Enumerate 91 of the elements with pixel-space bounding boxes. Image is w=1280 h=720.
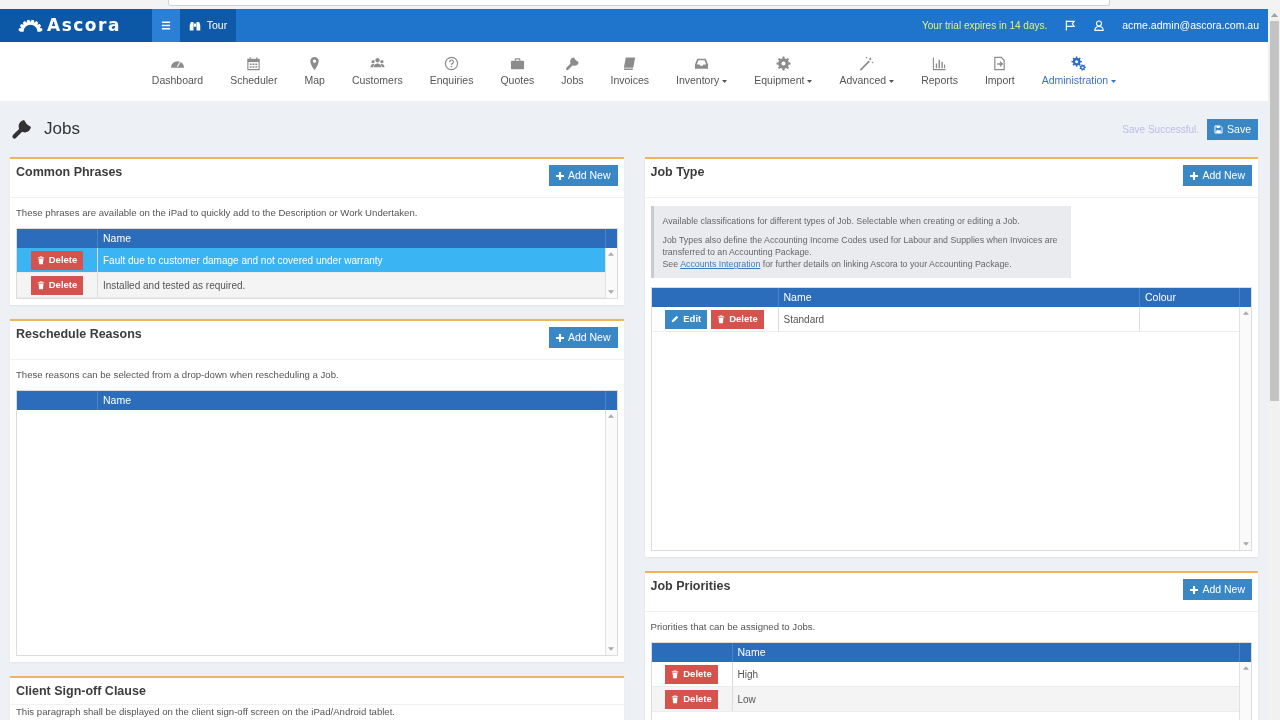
- wrench-icon: [564, 56, 580, 71]
- add-new-button[interactable]: Add New: [548, 327, 618, 348]
- plus-icon: [1190, 585, 1199, 594]
- nav-item[interactable]: Administration: [1028, 42, 1130, 101]
- trash-icon: [717, 314, 726, 324]
- nav-item[interactable]: Quotes: [486, 42, 548, 101]
- question-icon: [444, 56, 460, 71]
- table-row[interactable]: Delete Installed and tested as required.: [17, 273, 605, 298]
- wrench-icon: [11, 118, 33, 140]
- table-cell: Standard: [777, 307, 1139, 331]
- edit-button[interactable]: Edit: [665, 309, 708, 329]
- nav-item[interactable]: Enquiries: [416, 42, 487, 101]
- user-email-link[interactable]: acme.admin@ascora.com.au: [1122, 17, 1259, 34]
- panel-description: These reasons can be selected from a drop-down when rescheduling a Job.: [16, 368, 340, 381]
- up-arrow-icon[interactable]: [1270, 13, 1278, 17]
- save-icon: [1214, 124, 1224, 134]
- panel-title: Client Sign-off Clause: [16, 683, 146, 699]
- panel-title: Job Priorities: [650, 578, 731, 594]
- table-row[interactable]: Edit Delete Standard: [651, 307, 1239, 332]
- delete-button[interactable]: Delete: [665, 689, 718, 709]
- info-text: Available classifications for different types of Job. Selectable when creating or editing a Job.: [662, 215, 1021, 227]
- page-scrollbar[interactable]: [1268, 9, 1280, 720]
- delete-button[interactable]: Delete: [665, 664, 718, 684]
- tour-button[interactable]: Tour: [180, 9, 236, 42]
- table-row[interactable]: Delete Fault due to customer damage and not covered under warranty: [17, 248, 605, 273]
- trash-icon: [671, 669, 680, 679]
- binoculars-icon: [188, 20, 201, 31]
- down-arrow-icon[interactable]: [608, 290, 614, 294]
- nav-item[interactable]: Scheduler: [216, 42, 291, 101]
- plus-icon: [555, 171, 564, 180]
- page-title: Jobs: [44, 119, 80, 139]
- scrollbar-thumb[interactable]: [1269, 21, 1279, 401]
- panel-title: Reschedule Reasons: [16, 326, 142, 342]
- plus-icon: [1190, 171, 1199, 180]
- nav-item[interactable]: Customers: [338, 42, 417, 101]
- plus-icon: [555, 333, 564, 342]
- up-arrow-icon[interactable]: [1242, 666, 1249, 670]
- add-new-button[interactable]: Add New: [1183, 165, 1252, 186]
- down-arrow-icon[interactable]: [1242, 542, 1249, 546]
- nav-item[interactable]: Import: [971, 42, 1029, 101]
- calendar-icon: [246, 56, 262, 71]
- book-icon: [622, 56, 638, 71]
- trash-icon: [36, 280, 45, 290]
- panel-description: This paragraph shall be displayed on the client sign-off screen on the iPad/Android tablet.: [16, 706, 396, 718]
- flag-icon[interactable]: [1065, 20, 1077, 31]
- tray-icon: [694, 56, 710, 71]
- add-new-button[interactable]: Add New: [1183, 579, 1252, 600]
- briefcase-icon: [509, 56, 525, 71]
- logo-text: Ascora: [47, 17, 121, 34]
- trial-notice: Your trial expires in 14 days.: [922, 19, 1048, 33]
- panel-description: These phrases are available on the iPad to quickly add to the Description or Work Undertaken.: [16, 206, 419, 219]
- down-arrow-icon[interactable]: [608, 647, 614, 651]
- gear-icon: [775, 56, 791, 71]
- delete-button[interactable]: Delete: [711, 309, 764, 329]
- pencil-icon: [671, 315, 680, 323]
- add-new-button[interactable]: Add New: [548, 165, 618, 186]
- up-arrow-icon[interactable]: [608, 252, 614, 256]
- nav-item[interactable]: Map: [290, 42, 339, 101]
- up-arrow-icon[interactable]: [1242, 311, 1249, 315]
- integration-link[interactable]: Accounts Integration: [680, 259, 761, 269]
- address-field[interactable]: [168, 0, 1110, 6]
- delete-button[interactable]: Delete: [30, 250, 84, 270]
- nav-item[interactable]: Dashboard: [138, 42, 217, 101]
- nav-item[interactable]: Reports: [907, 42, 972, 101]
- nav-item[interactable]: Inventory: [662, 42, 741, 101]
- document-arrow-icon: [992, 56, 1008, 71]
- table-row[interactable]: Delete Low: [651, 687, 1239, 712]
- nav-item[interactable]: Advanced: [825, 42, 908, 101]
- delete-button[interactable]: Delete: [30, 275, 84, 295]
- menu-button[interactable]: [152, 9, 180, 42]
- trash-icon: [36, 255, 45, 265]
- half-gear-icon: [18, 19, 43, 32]
- nav-item[interactable]: Equipment: [740, 42, 826, 101]
- up-arrow-icon[interactable]: [608, 414, 614, 418]
- menu-icon: [161, 21, 171, 30]
- gears-icon: [1071, 56, 1087, 71]
- panel-title: Job Type: [650, 164, 705, 180]
- info-text: Job Types also define the Accounting Income Codes used for Labour and Supplies when Invoices are transferred to an Accounting Package.: [662, 234, 1059, 258]
- info-text: See Accounts Integration for further details on linking Ascora to your Accounting Package.: [662, 258, 1013, 270]
- bar-chart-icon: [932, 56, 947, 71]
- save-button[interactable]: Save: [1207, 118, 1258, 140]
- trash-icon: [671, 694, 680, 704]
- user-icon[interactable]: [1094, 20, 1105, 31]
- table-cell: Fault due to customer damage and not covered under warranty: [97, 248, 605, 272]
- nav-item[interactable]: Invoices: [597, 42, 663, 101]
- nav-item[interactable]: Jobs: [547, 42, 597, 101]
- table-row[interactable]: Delete High: [651, 662, 1239, 687]
- panel-title: Common Phrases: [16, 164, 123, 180]
- magic-wand-icon: [859, 56, 875, 71]
- panel-description: Priorities that can be assigned to Jobs.: [650, 620, 817, 633]
- table-cell: Installed and tested as required.: [97, 273, 605, 297]
